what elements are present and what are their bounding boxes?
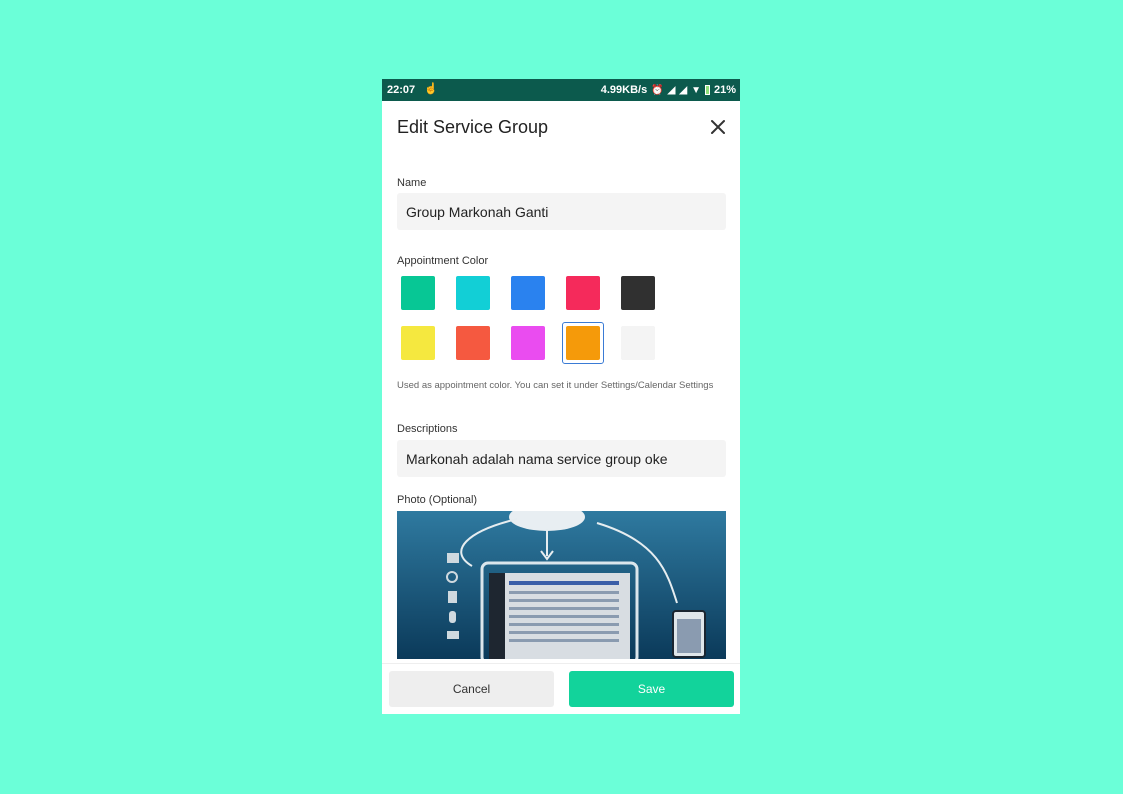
wifi-icon: ▼ xyxy=(691,84,701,96)
status-time: 22:07 xyxy=(387,84,416,96)
name-field-value: Group Markonah Ganti xyxy=(406,204,549,220)
status-bar: 22:07 ☝ 4.99KB/s ⏰ ◢ ◢ ▼ 21% xyxy=(382,79,740,101)
battery-icon xyxy=(704,85,710,95)
phone-screen: 22:07 ☝ 4.99KB/s ⏰ ◢ ◢ ▼ 21% Edit Servic… xyxy=(382,79,740,714)
photo-label: Photo (Optional) xyxy=(397,494,478,506)
network-speed: 4.99KB/s xyxy=(600,84,648,96)
color-swatch[interactable] xyxy=(401,326,435,360)
name-field[interactable]: Group Markonah Ganti xyxy=(397,193,726,230)
cancel-button[interactable]: Cancel xyxy=(389,671,554,707)
description-label: Descriptions xyxy=(397,423,458,435)
status-right: 4.99KB/s ⏰ ◢ ◢ ▼ 21% xyxy=(601,84,736,96)
color-hint: Used as appointment color. You can set i… xyxy=(397,380,714,391)
save-button[interactable]: Save xyxy=(569,671,734,707)
color-swatch[interactable] xyxy=(621,276,655,310)
signal-icon: ◢ xyxy=(667,84,676,96)
description-field-value: Markonah adalah nama service group oke xyxy=(406,451,668,467)
color-swatch[interactable] xyxy=(456,326,490,360)
signal-icon: ◢ xyxy=(679,84,688,96)
color-swatch[interactable] xyxy=(456,276,490,310)
color-swatch[interactable] xyxy=(401,276,435,310)
color-swatch[interactable] xyxy=(566,276,600,310)
description-field[interactable]: Markonah adalah nama service group oke xyxy=(397,440,726,477)
touch-icon: ☝ xyxy=(424,83,438,95)
color-swatch[interactable] xyxy=(511,276,545,310)
color-swatch[interactable] xyxy=(621,326,655,360)
close-icon[interactable] xyxy=(708,117,728,137)
dialog-footer: Cancel Save xyxy=(382,663,740,714)
color-swatch[interactable] xyxy=(511,326,545,360)
name-label: Name xyxy=(397,177,427,189)
battery-level: 21% xyxy=(713,84,736,96)
color-label: Appointment Color xyxy=(397,255,489,267)
alarm-icon: ⏰ xyxy=(651,84,664,96)
photo-preview[interactable] xyxy=(397,511,726,659)
color-swatch[interactable] xyxy=(566,326,600,360)
dialog-title: Edit Service Group xyxy=(397,117,549,137)
